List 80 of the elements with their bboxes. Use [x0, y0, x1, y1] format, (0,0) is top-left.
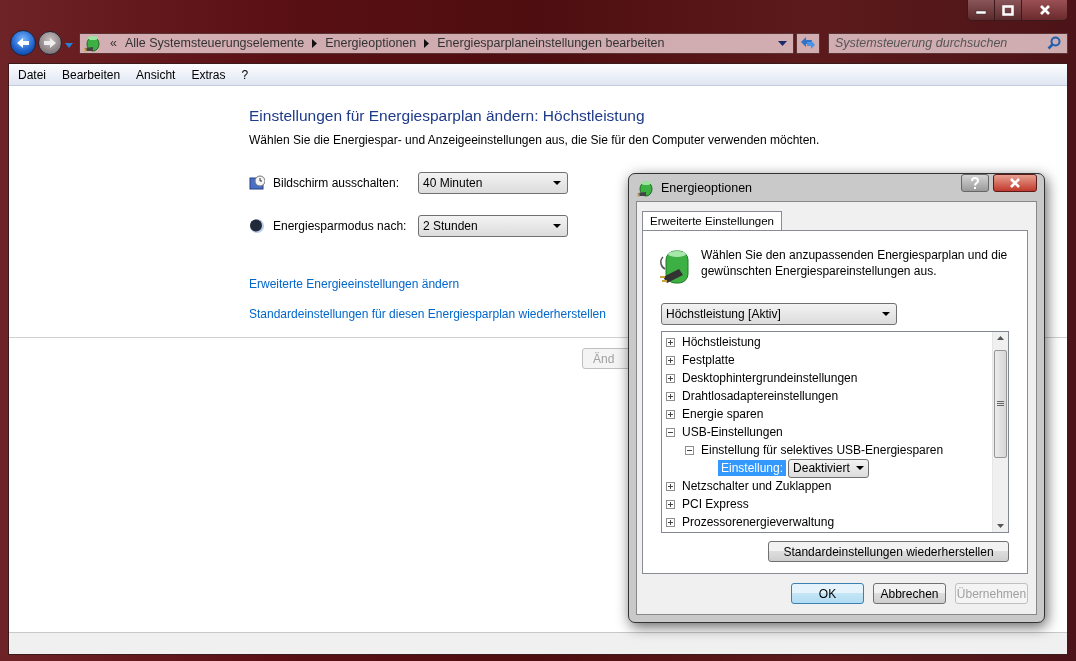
overflow-chevron[interactable]: «: [110, 36, 117, 50]
breadcrumb-item[interactable]: Alle Systemsteuerungselemente: [124, 36, 305, 50]
close-button[interactable]: [1022, 0, 1067, 20]
dropdown-arrow-icon[interactable]: [778, 40, 787, 46]
scroll-down-icon: [997, 524, 1004, 528]
tree-item[interactable]: Festplatte: [682, 353, 735, 367]
back-arrow-icon: [16, 37, 30, 49]
tree-item[interactable]: Höchstleistung: [682, 335, 761, 349]
expand-icon[interactable]: [666, 499, 675, 509]
tree-item[interactable]: USB-Einstellungen: [682, 425, 783, 439]
button[interactable]: OK: [791, 583, 864, 604]
expand-icon[interactable]: [666, 355, 675, 365]
refresh-arrows-icon: [800, 36, 816, 50]
refresh-button[interactable]: [796, 32, 820, 54]
forward-arrow-icon: [43, 37, 57, 49]
page-heading: Einstellungen für Energiesparplan ändern: Höchstleistung: [249, 107, 646, 125]
grip-icon: [997, 401, 1004, 407]
plan-dropdown[interactable]: Höchstleistung [Aktiv]: [661, 303, 897, 325]
maximize-icon: [1002, 4, 1014, 16]
setting-label: Bildschirm ausschalten:: [273, 176, 401, 190]
instruction-text: Wählen Sie den anzupassenden Energiesparplan und die gewünschten Energiespareinstellungen aus.: [701, 247, 1009, 280]
menu-item[interactable]: Bearbeiten: [62, 67, 121, 82]
link[interactable]: Erweiterte Energieeinstellungen ändern: [249, 277, 460, 291]
monitor-clock-icon: [249, 175, 265, 191]
expand-icon[interactable]: [666, 391, 675, 401]
dialog-title: Energieoptionen: [661, 180, 753, 195]
expand-icon[interactable]: [666, 481, 675, 491]
collapse-icon[interactable]: [666, 427, 675, 437]
dropdown-arrow-icon[interactable]: [65, 42, 73, 48]
expand-icon[interactable]: [666, 337, 675, 347]
menu-item[interactable]: ?: [241, 67, 249, 82]
tab[interactable]: Erweiterte Einstellungen: [642, 211, 782, 231]
close-icon: [1038, 4, 1051, 16]
breadcrumb-item[interactable]: Energiesparplaneinstellungen bearbeiten: [437, 36, 665, 50]
setting-label: Energiesparmodus nach:: [273, 219, 408, 233]
caret-icon: [855, 466, 864, 470]
forward-button[interactable]: [38, 31, 62, 55]
dropdown[interactable]: Deaktiviert: [788, 458, 869, 478]
plug-icon: [84, 34, 102, 52]
dropdown[interactable]: 2 Stunden: [418, 215, 568, 237]
minimize-button[interactable]: [968, 0, 995, 20]
close-icon: [1009, 178, 1021, 188]
chevron-right-icon: [312, 38, 318, 48]
scrollbar[interactable]: [992, 332, 1008, 532]
back-button[interactable]: [10, 30, 36, 56]
search-icon: [1047, 36, 1061, 50]
address-bar[interactable]: « Alle Systemsteuerungselemente Energieoptionen Energiesparplaneinstellungen bearbeiten: [79, 32, 794, 54]
button[interactable]: Abbrechen: [873, 583, 946, 604]
chevron-right-icon: [424, 38, 430, 48]
moon-icon: [249, 218, 265, 234]
expand-icon[interactable]: [666, 409, 675, 419]
menu-item[interactable]: Extras: [191, 67, 226, 82]
plug-icon: [637, 178, 655, 197]
collapse-icon[interactable]: [685, 445, 694, 455]
menu-item[interactable]: Ansicht: [136, 67, 176, 82]
expand-icon[interactable]: [666, 373, 675, 383]
help-button[interactable]: [961, 174, 989, 192]
menu-item[interactable]: Datei: [18, 67, 46, 82]
tree-item[interactable]: Netzschalter und Zuklappen: [682, 479, 832, 493]
caret-icon: [553, 224, 561, 228]
tree-item[interactable]: Einstellung für selektives USB-Energiesparen: [701, 443, 944, 457]
close-button[interactable]: [993, 174, 1037, 192]
question-icon: [970, 177, 980, 189]
tree-item[interactable]: Desktophintergrundeinstellungen: [682, 371, 858, 385]
caret-icon: [553, 181, 561, 185]
tree-item[interactable]: Drahtlosadaptereinstellungen: [682, 389, 839, 403]
expand-icon[interactable]: [666, 517, 675, 527]
tree-item[interactable]: PCI Express: [682, 497, 749, 511]
page-description: Wählen Sie die Energiespar- und Anzeigeeinstellungen aus, die Sie für den Computer verwenden möchten.: [249, 133, 821, 147]
search-field[interactable]: Systemsteuerung durchsuchen: [828, 32, 1068, 54]
tree-item[interactable]: Energie sparen: [682, 407, 764, 421]
scroll-thumb[interactable]: [994, 350, 1007, 458]
tree-item[interactable]: Prozessorenergieverwaltung: [682, 515, 835, 529]
breadcrumb-item[interactable]: Energieoptionen: [325, 36, 417, 50]
link[interactable]: Standardeinstellungen für diesen Energiesparplan wiederherstellen: [249, 307, 606, 321]
restore-defaults-button[interactable]: Standardeinstellungen wiederherstellen: [768, 541, 1009, 562]
caret-icon: [882, 312, 890, 316]
scroll-up-icon: [997, 336, 1004, 340]
dropdown[interactable]: 40 Minuten: [418, 172, 568, 194]
maximize-button[interactable]: [995, 0, 1022, 20]
